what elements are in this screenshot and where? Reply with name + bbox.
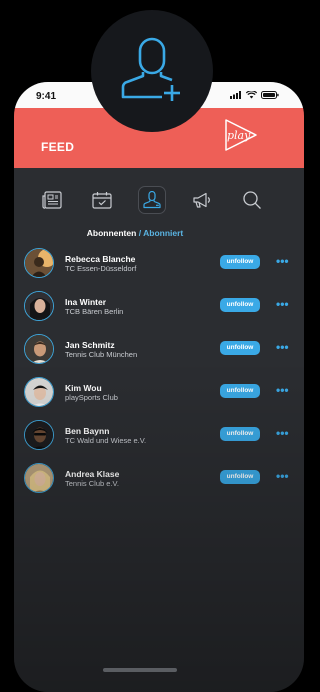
- list-item[interactable]: Ben Baynn TC Wald und Wiese e.V. unfollo…: [24, 420, 294, 450]
- more-options-icon[interactable]: •••: [276, 384, 289, 396]
- user-club: TC Essen-Düsseldorf: [65, 264, 137, 273]
- more-options-icon[interactable]: •••: [276, 427, 289, 439]
- user-name: Ina Winter: [65, 297, 107, 307]
- list-item[interactable]: Kim Wou playSports Club unfollow •••: [24, 377, 294, 407]
- user-club: TC Wald und Wiese e.V.: [65, 436, 147, 445]
- megaphone-icon: [193, 192, 210, 208]
- nav-calendar[interactable]: [88, 186, 116, 214]
- user-club: Tennis Club e.V.: [65, 479, 119, 488]
- page-title: FEED: [41, 140, 75, 154]
- add-user-badge: [91, 10, 213, 132]
- user-club: Tennis Club München: [65, 350, 138, 359]
- more-options-icon[interactable]: •••: [276, 298, 289, 310]
- unfollow-button[interactable]: unfollow: [220, 470, 260, 484]
- more-options-icon[interactable]: •••: [276, 470, 289, 482]
- avatar: [24, 291, 54, 321]
- avatar: [24, 248, 54, 278]
- wifi-icon: [246, 91, 257, 99]
- avatar: [24, 334, 54, 364]
- user-icon: [143, 191, 161, 209]
- nav-community[interactable]: [138, 186, 166, 214]
- nav-search[interactable]: [238, 186, 266, 214]
- nav-announcements[interactable]: [188, 186, 216, 214]
- user-name: Rebecca Blanche: [65, 254, 136, 264]
- user-name: Jan Schmitz: [65, 340, 115, 350]
- nav-news[interactable]: [38, 186, 66, 214]
- avatar: [24, 420, 54, 450]
- newspaper-icon: [42, 191, 62, 209]
- unfollow-button[interactable]: unfollow: [220, 341, 260, 355]
- unfollow-button[interactable]: unfollow: [220, 384, 260, 398]
- tab-following[interactable]: Abonniert: [143, 228, 183, 238]
- battery-icon: [261, 91, 279, 99]
- user-name: Andrea Klase: [65, 469, 120, 479]
- signal-icon: [230, 91, 241, 99]
- follow-tabs: Abonnenten / Abonniert: [14, 228, 256, 238]
- calendar-check-icon: [92, 192, 112, 209]
- list-item[interactable]: Andrea Klase Tennis Club e.V. unfollow •…: [24, 463, 294, 493]
- home-indicator: [103, 668, 177, 672]
- svg-text:play: play: [227, 129, 251, 142]
- status-time: 9:41: [36, 91, 57, 102]
- status-icons: [230, 91, 279, 99]
- unfollow-button[interactable]: unfollow: [220, 427, 260, 441]
- phone-frame: 9:41 FEED play Abonnenten / Abonniert Re…: [14, 82, 304, 692]
- unfollow-button[interactable]: unfollow: [220, 255, 260, 269]
- avatar: [24, 377, 54, 407]
- user-name: Ben Baynn: [65, 426, 110, 436]
- tab-separator: /: [138, 228, 142, 238]
- add-user-icon: [121, 37, 180, 101]
- more-options-icon[interactable]: •••: [276, 255, 289, 267]
- user-name: Kim Wou: [65, 383, 102, 393]
- unfollow-button[interactable]: unfollow: [220, 298, 260, 312]
- list-item[interactable]: Rebecca Blanche TC Essen-Düsseldorf unfo…: [24, 248, 294, 278]
- tab-followers[interactable]: Abonnenten: [87, 228, 137, 238]
- play-logo: play: [225, 119, 257, 151]
- more-options-icon[interactable]: •••: [276, 341, 289, 353]
- user-club: TCB Bären Berlin: [65, 307, 124, 316]
- list-item[interactable]: Jan Schmitz Tennis Club München unfollow…: [24, 334, 294, 364]
- list-item[interactable]: Ina Winter TCB Bären Berlin unfollow •••: [24, 291, 294, 321]
- avatar: [24, 463, 54, 493]
- user-club: playSports Club: [65, 393, 118, 402]
- nav-bar: [14, 186, 304, 214]
- search-icon: [243, 191, 261, 209]
